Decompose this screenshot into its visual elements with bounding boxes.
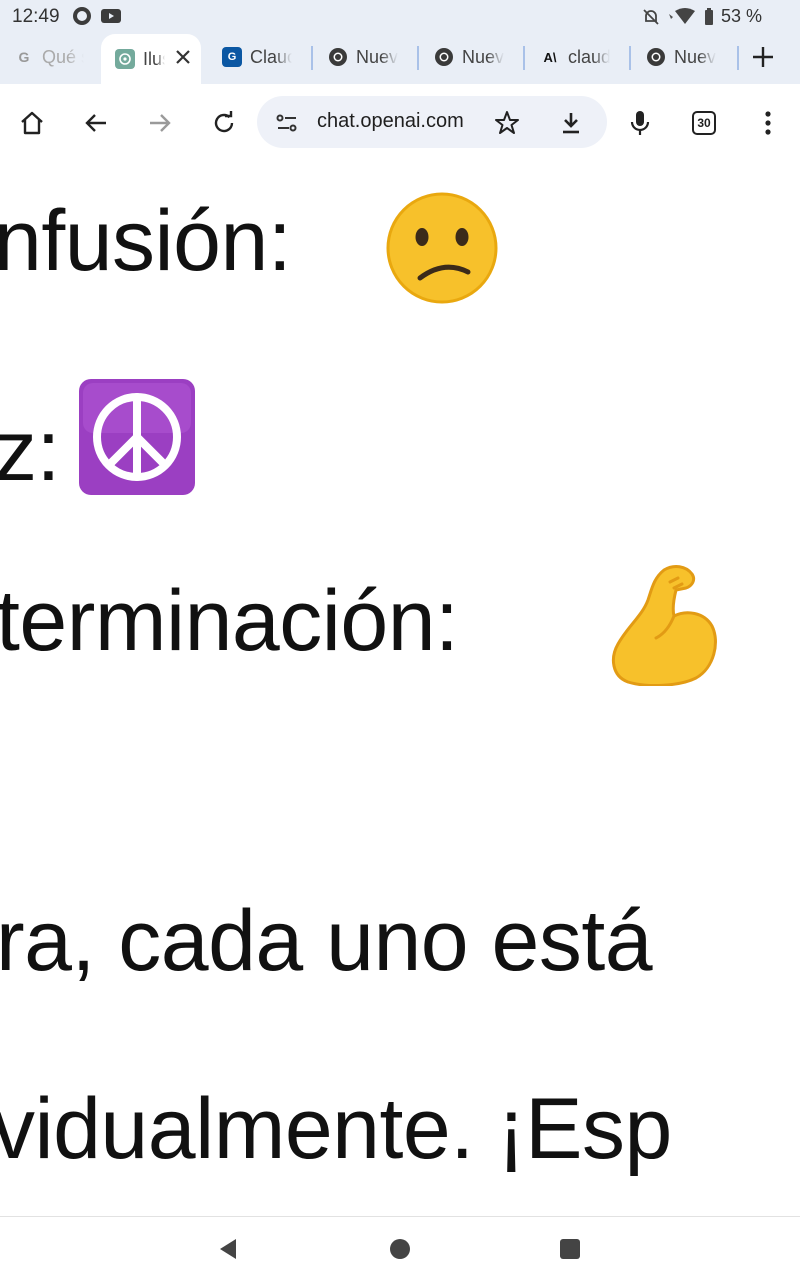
- peace-symbol-icon: [79, 379, 195, 495]
- tab-new-3[interactable]: Nuev: [632, 34, 732, 80]
- status-bar: 12:49 53 %: [0, 0, 800, 34]
- reload-icon: [214, 111, 234, 133]
- page-content: nfusión: z: terminación: ra, cada uno es…: [0, 162, 800, 1216]
- address-bar[interactable]: chat.openai.com: [257, 96, 607, 148]
- reload-button[interactable]: [204, 103, 244, 143]
- home-icon: [21, 111, 43, 135]
- tab-separator: [417, 46, 419, 70]
- new-tab-plus-icon[interactable]: [748, 42, 778, 72]
- system-nav-bar: [0, 1216, 800, 1281]
- browser-toolbar: chat.openai.com 30: [0, 84, 800, 163]
- nav-back-icon[interactable]: [216, 1237, 240, 1261]
- text-line-determinacion: terminación:: [0, 573, 459, 669]
- forward-arrow-icon: [150, 114, 171, 132]
- tab-separator: [737, 46, 739, 70]
- text-line-4: ra, cada uno está: [0, 893, 653, 989]
- battery-icon: [704, 7, 713, 25]
- wifi-icon: [668, 7, 695, 24]
- microphone-icon: [630, 111, 650, 135]
- chrome-icon: [328, 47, 348, 67]
- google-icon: G: [18, 49, 30, 65]
- menu-button[interactable]: [748, 103, 788, 143]
- status-time: 12:49: [12, 6, 60, 27]
- youtube-icon: [101, 9, 121, 23]
- anthropic-icon: A\: [543, 49, 557, 65]
- tab-separator: [311, 46, 313, 70]
- tab-separator: [629, 46, 631, 70]
- text-line-paz: z:: [0, 403, 60, 499]
- battery-percent: 53 %: [720, 6, 762, 26]
- voice-search-button[interactable]: [620, 103, 660, 143]
- more-vert-icon: [765, 111, 771, 135]
- site-settings-icon[interactable]: [275, 111, 299, 135]
- home-button[interactable]: [12, 103, 52, 143]
- nav-recents-icon[interactable]: [559, 1238, 581, 1260]
- back-arrow-icon: [85, 114, 106, 132]
- forward-button[interactable]: [140, 103, 180, 143]
- download-icon[interactable]: [557, 109, 585, 137]
- tab-new-1[interactable]: Nuev: [314, 34, 414, 80]
- back-button[interactable]: [76, 103, 116, 143]
- tab-strip: G Qué s Ilus G Clauc Nuev Nuev A\ claud …: [0, 34, 800, 84]
- chrome-icon: [646, 47, 666, 67]
- tab-separator: [523, 46, 525, 70]
- close-tab-icon[interactable]: [172, 46, 194, 68]
- chatgpt-icon: [115, 49, 135, 69]
- tab-anthropic[interactable]: A\ claud: [526, 34, 626, 80]
- text-line-confusion: nfusión:: [0, 193, 292, 289]
- flexed-biceps-icon: [611, 565, 717, 686]
- chrome-icon: [434, 47, 454, 67]
- nav-home-icon[interactable]: [388, 1237, 412, 1261]
- claude-site-icon: G: [222, 47, 242, 67]
- bell-off-icon: [643, 8, 659, 25]
- tab-switcher-button[interactable]: 30: [692, 111, 716, 135]
- url-text[interactable]: chat.openai.com: [317, 110, 477, 133]
- text-line-5: vidualmente. ¡Esp: [0, 1081, 672, 1177]
- bookmark-star-icon[interactable]: [493, 109, 521, 137]
- confused-face-icon: [386, 192, 498, 304]
- whatsapp-icon: [73, 7, 91, 25]
- tab-new-2[interactable]: Nuev: [420, 34, 520, 80]
- tab-claude-site[interactable]: G Clauc: [208, 34, 308, 80]
- tab-google[interactable]: G Qué s: [0, 34, 100, 80]
